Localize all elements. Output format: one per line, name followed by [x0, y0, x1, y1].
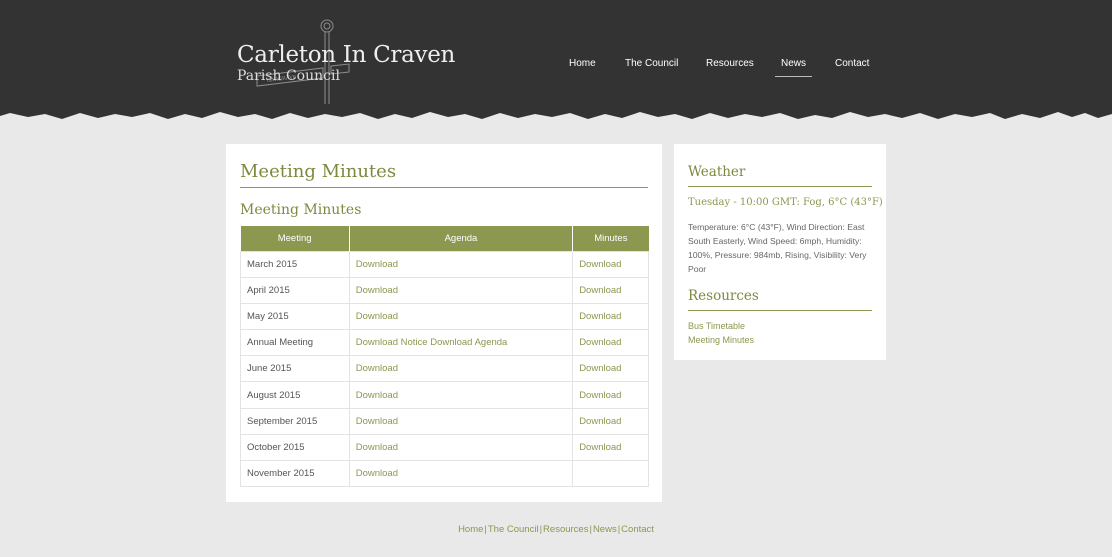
agenda-download-link[interactable]: Download [348, 276, 574, 304]
meeting-cell: April 2015 [240, 276, 350, 304]
table-row: March 2015 Download Download [240, 250, 649, 278]
minutes-download-link[interactable]: Download [572, 250, 649, 278]
sidebar: Weather Tuesday - 10:00 GMT: Fog, 6°C (4… [674, 144, 886, 360]
meeting-cell: March 2015 [240, 250, 350, 278]
minutes-table: Meeting Agenda Minutes March 2015 Downlo… [240, 226, 649, 488]
minutes-download-link[interactable]: Download [572, 276, 649, 304]
table-header-row: Meeting Agenda Minutes [240, 226, 649, 251]
site-title: Carleton In Craven [237, 42, 456, 68]
meeting-cell: May 2015 [240, 302, 350, 331]
main-content: Meeting Minutes Meeting Minutes Meeting … [226, 144, 662, 502]
weather-date-line: Tuesday - 10:00 GMT: Fog, 6°C (43°F) [688, 197, 883, 208]
meeting-cell: November 2015 [240, 459, 350, 488]
agenda-download-link[interactable]: Download Notice Download Agenda [348, 329, 574, 357]
nav-news[interactable]: News [775, 57, 813, 77]
meeting-cell: August 2015 [240, 381, 350, 409]
minutes-download-link[interactable]: Download [572, 407, 649, 435]
minutes-download-link[interactable]: Download [572, 433, 649, 462]
resources-list: Bus Timetable Meeting Minutes [688, 319, 754, 347]
table-row: September 2015 Download Download [240, 407, 649, 435]
resource-link-bus-timetable[interactable]: Bus Timetable [688, 319, 754, 333]
table-row: June 2015 Download Download [240, 355, 649, 383]
minutes-download-link[interactable]: Download [572, 381, 649, 409]
nav-resources[interactable]: Resources [706, 57, 754, 71]
agenda-download-link[interactable]: Download [348, 302, 574, 331]
table-row: August 2015 Download Download [240, 381, 649, 409]
site-subtitle: Parish Council [237, 68, 340, 84]
table-row: Annual Meeting Download Notice Download … [240, 329, 649, 357]
table-row: November 2015 Download [240, 459, 649, 488]
meeting-cell: September 2015 [240, 407, 350, 435]
nav-home[interactable]: Home [569, 57, 596, 71]
page-title: Meeting Minutes [240, 161, 648, 188]
nav-contact[interactable]: Contact [835, 57, 869, 71]
minutes-download-link[interactable]: Download [572, 329, 649, 357]
minutes-empty-cell [572, 459, 649, 488]
weather-details: Temperature: 6°C (43°F), Wind Direction:… [688, 222, 867, 274]
footer-link-home[interactable]: Home [458, 524, 483, 535]
meeting-cell: Annual Meeting [240, 329, 350, 357]
agenda-download-link[interactable]: Download [348, 459, 574, 488]
site-logo[interactable]: GARGRAVE Carleton In Craven Parish Counc… [237, 19, 455, 113]
footer-link-resources[interactable]: Resources [543, 524, 588, 535]
site-header: GARGRAVE Carleton In Craven Parish Counc… [0, 0, 1112, 113]
meeting-cell: October 2015 [240, 433, 350, 462]
agenda-download-link[interactable]: Download [348, 381, 574, 409]
weather-heading: Weather [688, 164, 872, 187]
resource-link-meeting-minutes[interactable]: Meeting Minutes [688, 333, 754, 347]
column-header-minutes: Minutes [572, 226, 649, 251]
site-footer: Home|The Council|Resources|News|Contact [0, 524, 1112, 535]
agenda-download-link[interactable]: Download [348, 250, 574, 278]
torn-paper-edge [0, 104, 1112, 119]
agenda-download-link[interactable]: Download [348, 355, 574, 383]
footer-link-contact[interactable]: Contact [621, 524, 654, 535]
column-header-agenda: Agenda [349, 226, 574, 251]
table-row: October 2015 Download Download [240, 433, 649, 462]
section-title: Meeting Minutes [240, 202, 362, 218]
nav-the-council[interactable]: The Council [625, 57, 678, 71]
meeting-cell: June 2015 [240, 355, 350, 383]
agenda-download-link[interactable]: Download [348, 407, 574, 435]
table-row: April 2015 Download Download [240, 276, 649, 304]
footer-link-news[interactable]: News [593, 524, 617, 535]
resources-heading: Resources [688, 288, 872, 311]
column-header-meeting: Meeting [240, 226, 350, 251]
minutes-download-link[interactable]: Download [572, 355, 649, 383]
minutes-download-link[interactable]: Download [572, 302, 649, 331]
table-row: May 2015 Download Download [240, 302, 649, 331]
agenda-download-link[interactable]: Download [348, 433, 574, 462]
footer-link-the-council[interactable]: The Council [488, 524, 539, 535]
